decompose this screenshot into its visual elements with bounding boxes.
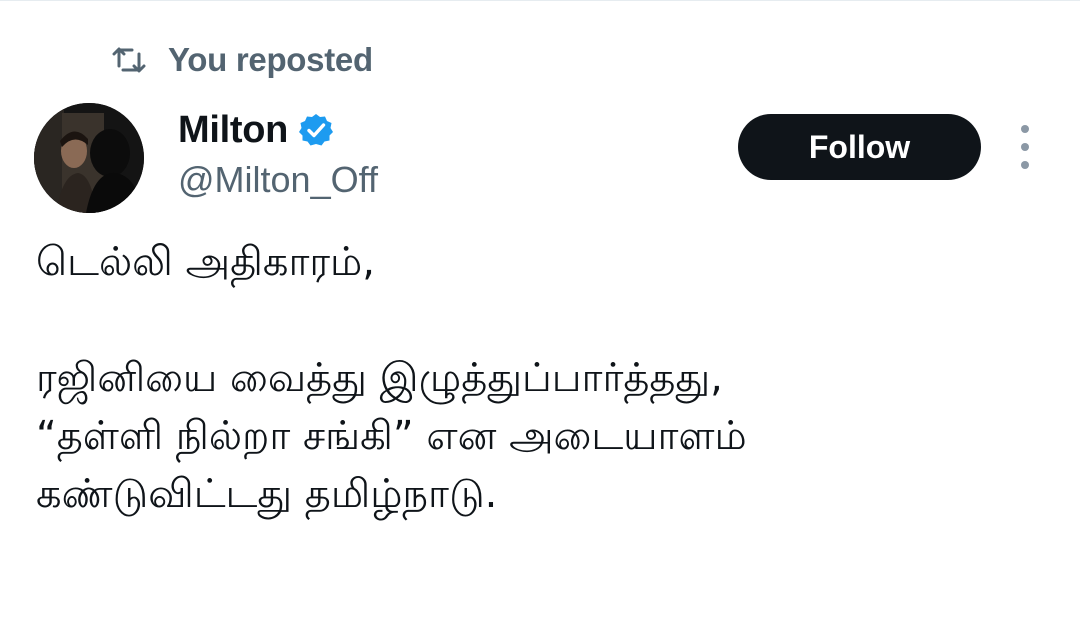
name-row: Milton — [178, 105, 378, 155]
tweet-line: கண்டுவிட்டது தமிழ்நாடு. — [36, 471, 498, 517]
repost-label: You reposted — [168, 41, 373, 78]
post-card: You reposted Milton @Milton_Off Follow ட… — [0, 0, 1080, 637]
author-block: Milton @Milton_Off — [178, 105, 378, 201]
avatar[interactable] — [34, 103, 144, 213]
tweet-text: டெல்லி அதிகாரம், ரஜினியை வைத்து இழுத்துப… — [36, 233, 1056, 523]
repost-indicator: You reposted — [112, 37, 373, 83]
repost-icon — [112, 45, 146, 75]
follow-button[interactable]: Follow — [738, 114, 981, 180]
tweet-line: டெல்லி அதிகாரம், — [36, 239, 375, 285]
tweet-line: ரஜினியை வைத்து இழுத்துப்பார்த்தது, — [36, 355, 723, 401]
display-name[interactable]: Milton — [178, 109, 288, 152]
more-vertical-icon[interactable] — [1014, 125, 1036, 169]
user-handle[interactable]: @Milton_Off — [178, 159, 378, 201]
more-dot — [1021, 161, 1029, 169]
verified-badge-icon — [298, 112, 334, 148]
more-dot — [1021, 143, 1029, 151]
tweet-line: “தள்ளி நில்றா சங்கி” என அடையாளம் — [36, 413, 747, 459]
more-dot — [1021, 125, 1029, 133]
